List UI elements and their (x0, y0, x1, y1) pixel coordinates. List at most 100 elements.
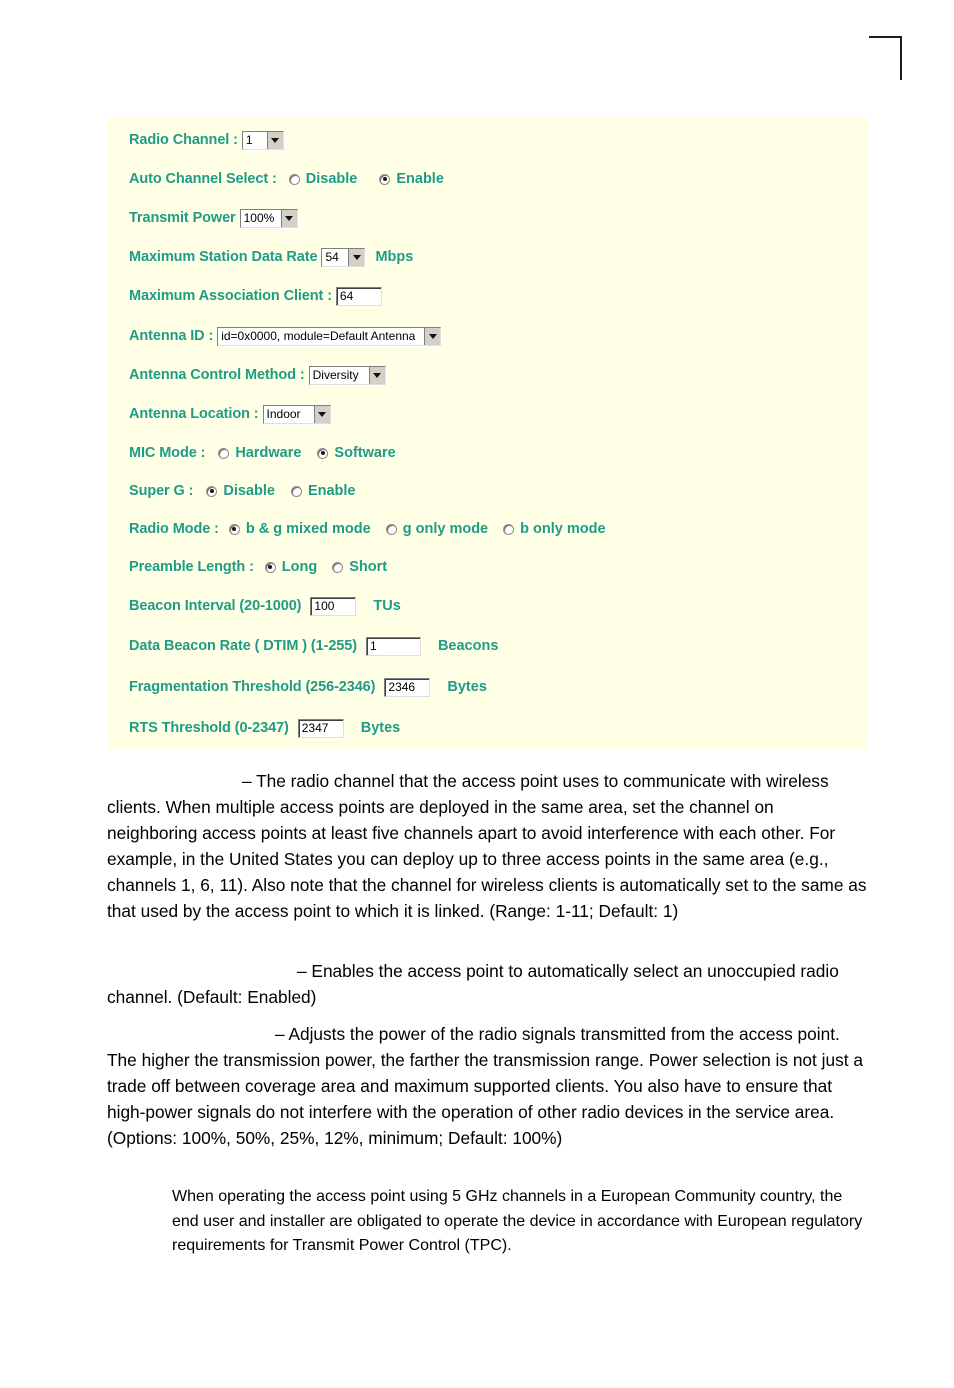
label-data-beacon-rate: Data Beacon Rate ( DTIM ) (1-255) (129, 638, 357, 654)
select-maximum-station-data-rate-value: 54 (322, 248, 349, 266)
radio-option-bg-mixed-mode[interactable]: b & g mixed mode (228, 521, 371, 537)
form-row-data-beacon-rate: Data Beacon Rate ( DTIM ) (1-255) 1 Beac… (129, 635, 498, 657)
chevron-down-icon[interactable] (424, 327, 441, 345)
radio-option-super-g-enable[interactable]: Enable (290, 483, 356, 499)
chevron-down-icon[interactable] (280, 209, 297, 227)
radio-option-preamble-short[interactable]: Short (332, 559, 387, 575)
form-row-beacon-interval: Beacon Interval (20-1000) 100 TUs (129, 595, 401, 617)
select-antenna-location-value: Indoor (263, 405, 314, 423)
radio-dot-disable-icon[interactable] (288, 173, 300, 185)
unit-data-beacon-rate: Beacons (437, 638, 499, 654)
input-rts-threshold[interactable]: 2347 (297, 718, 344, 738)
select-antenna-control-method[interactable]: Diversity (308, 365, 386, 385)
label-mic-mode: MIC Mode : (129, 445, 206, 461)
radio-dot-bg-mixed-icon[interactable] (228, 523, 240, 535)
label-auto-channel-select: Auto Channel Select : (129, 171, 277, 187)
label-antenna-control-method: Antenna Control Method : (129, 367, 305, 383)
select-antenna-control-method-value: Diversity (309, 366, 369, 384)
radio-option-mic-software[interactable]: Software (317, 445, 396, 461)
select-antenna-location[interactable]: Indoor (262, 404, 331, 424)
label-radio-mode: Radio Mode : (129, 521, 219, 537)
radio-option-auto-channel-disable[interactable]: Disable (288, 171, 357, 187)
radio-label-auto-channel-enable: Enable (396, 171, 444, 187)
radio-option-b-only-mode[interactable]: b only mode (503, 521, 606, 537)
unit-beacon-interval: TUs (373, 598, 401, 614)
form-row-fragmentation-threshold: Fragmentation Threshold (256-2346) 2346 … (129, 676, 487, 698)
select-transmit-power[interactable]: 100% (239, 208, 298, 228)
input-beacon-interval[interactable]: 100 (310, 596, 357, 616)
radio-label-b-only-mode: b only mode (520, 521, 606, 537)
radio-dot-short-icon[interactable] (332, 561, 344, 573)
radio-group-mic-mode: Hardware Software (218, 445, 396, 461)
radio-label-bg-mixed-mode: b & g mixed mode (245, 521, 371, 537)
radio-option-g-only-mode[interactable]: g only mode (385, 521, 489, 537)
label-transmit-power: Transmit Power (129, 210, 236, 226)
radio-group-radio-mode: b & g mixed mode g only mode b only mode (228, 521, 606, 537)
label-antenna-id: Antenna ID : (129, 328, 214, 344)
radio-settings-screenshot-panel: Radio Channel : 1 Auto Channel Select : … (108, 118, 868, 749)
radio-dot-software-icon[interactable] (317, 447, 329, 459)
radio-dot-enable-icon[interactable] (379, 173, 391, 185)
label-beacon-interval: Beacon Interval (20-1000) (129, 598, 302, 614)
radio-dot-long-icon[interactable] (264, 561, 276, 573)
radio-dot-b-only-icon[interactable] (503, 523, 515, 535)
label-maximum-association-client: Maximum Association Client : (129, 288, 332, 304)
radio-group-auto-channel-select: Disable Enable (288, 171, 444, 187)
radio-dot-disable-icon[interactable] (206, 485, 218, 497)
form-row-transmit-power: Transmit Power 100% (129, 207, 302, 229)
radio-group-preamble-length: Long Short (264, 559, 387, 575)
form-row-rts-threshold: RTS Threshold (0-2347) 2347 Bytes (129, 717, 400, 739)
radio-group-super-g: Disable Enable (206, 483, 356, 499)
paragraph-transmit-power: – Adjusts the power of the radio signals… (107, 1021, 867, 1151)
form-row-mic-mode: MIC Mode : Hardware Software (129, 442, 396, 464)
form-row-maximum-station-data-rate: Maximum Station Data Rate 54 Mbps (129, 246, 413, 268)
radio-label-g-only-mode: g only mode (402, 521, 489, 537)
paragraph-auto-channel-select-text: – Enables the access point to automatica… (107, 961, 839, 1007)
unit-fragmentation-threshold: Bytes (447, 679, 487, 695)
form-row-radio-channel: Radio Channel : 1 (129, 129, 288, 151)
chevron-down-icon[interactable] (348, 248, 365, 266)
label-super-g: Super G : (129, 483, 194, 499)
label-radio-channel: Radio Channel : (129, 132, 238, 148)
chevron-down-icon[interactable] (266, 131, 283, 149)
form-row-antenna-id: Antenna ID : id=0x0000, module=Default A… (129, 325, 445, 347)
crop-mark-vertical-line (900, 36, 902, 80)
paragraph-auto-channel-select: – Enables the access point to automatica… (107, 958, 867, 1010)
select-antenna-id[interactable]: id=0x0000, module=Default Antenna (217, 326, 442, 346)
radio-dot-hardware-icon[interactable] (218, 447, 230, 459)
radio-label-preamble-long: Long (281, 559, 318, 575)
label-preamble-length: Preamble Length : (129, 559, 254, 575)
crop-registration-mark (869, 36, 902, 80)
input-data-beacon-rate[interactable]: 1 (365, 636, 421, 656)
chevron-down-icon[interactable] (368, 366, 385, 384)
radio-option-auto-channel-enable[interactable]: Enable (379, 171, 444, 187)
form-row-maximum-association-client: Maximum Association Client : 64 (129, 285, 386, 307)
radio-option-preamble-long[interactable]: Long (264, 559, 318, 575)
form-row-super-g: Super G : Disable Enable (129, 480, 356, 502)
radio-label-preamble-short: Short (349, 559, 388, 575)
radio-dot-g-only-icon[interactable] (385, 523, 397, 535)
paragraph-radio-channel: – The radio channel that the access poin… (107, 768, 867, 924)
chevron-down-icon[interactable] (313, 405, 330, 423)
input-maximum-association-client[interactable]: 64 (335, 286, 382, 306)
form-row-preamble-length: Preamble Length : Long Short (129, 556, 387, 578)
radio-label-super-g-disable: Disable (223, 483, 275, 499)
label-fragmentation-threshold: Fragmentation Threshold (256-2346) (129, 679, 376, 695)
label-maximum-station-data-rate: Maximum Station Data Rate (129, 249, 318, 265)
select-transmit-power-value: 100% (240, 209, 281, 227)
unit-rts-threshold: Bytes (360, 720, 401, 736)
radio-dot-enable-icon[interactable] (290, 485, 302, 497)
paragraph-radio-channel-text: – The radio channel that the access poin… (107, 771, 867, 921)
note-transmit-power-control: When operating the access point using 5 … (172, 1188, 863, 1254)
crop-mark-horizontal-line (869, 36, 902, 38)
input-fragmentation-threshold[interactable]: 2346 (384, 677, 431, 697)
select-radio-channel[interactable]: 1 (241, 130, 284, 150)
form-row-antenna-location: Antenna Location : Indoor (129, 403, 335, 425)
radio-option-super-g-disable[interactable]: Disable (206, 483, 275, 499)
radio-label-mic-hardware: Hardware (235, 445, 302, 461)
radio-option-mic-hardware[interactable]: Hardware (218, 445, 301, 461)
select-maximum-station-data-rate[interactable]: 54 (321, 247, 366, 267)
form-row-radio-mode: Radio Mode : b & g mixed mode g only mod… (129, 518, 606, 540)
select-antenna-id-value: id=0x0000, module=Default Antenna (218, 327, 425, 345)
form-row-auto-channel-select: Auto Channel Select : Disable Enable (129, 168, 444, 190)
